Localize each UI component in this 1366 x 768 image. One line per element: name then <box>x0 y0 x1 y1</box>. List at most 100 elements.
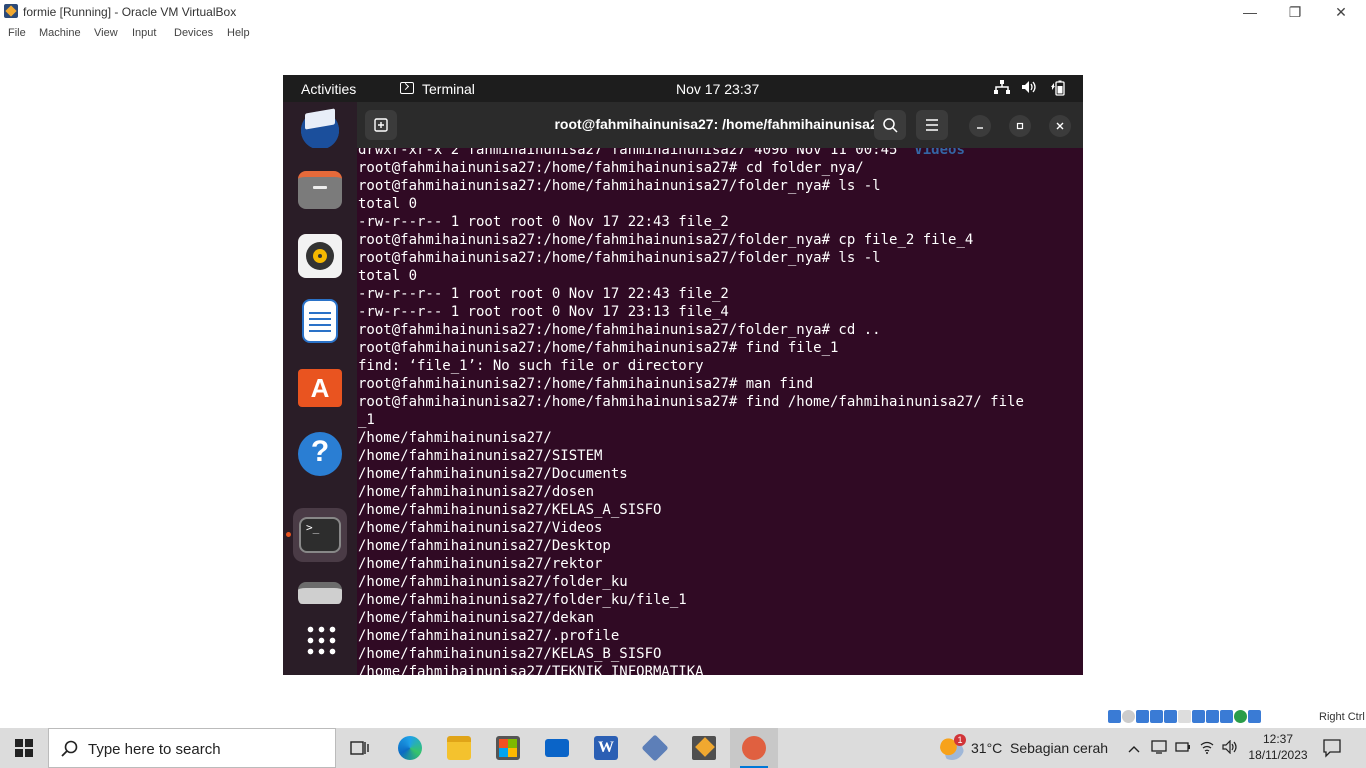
gnome-top-bar: Activities Terminal Nov 17 23:37 <box>283 75 1083 102</box>
taskbar-mail[interactable] <box>533 728 581 768</box>
task-view-button[interactable] <box>336 728 384 768</box>
app-menu-terminal[interactable]: Terminal <box>422 81 475 97</box>
taskbar-file-explorer[interactable] <box>435 728 483 768</box>
menu-help[interactable]: Help <box>227 27 250 39</box>
tray-volume-icon[interactable] <box>1222 739 1238 757</box>
virtualbox-icon <box>4 4 18 18</box>
maximize-button[interactable]: ❐ <box>1280 2 1310 22</box>
menu-machine[interactable]: Machine <box>39 27 81 39</box>
tray-wifi-icon[interactable] <box>1199 740 1215 757</box>
terminal-line: /home/fahmihainunisa27/dekan <box>358 610 595 626</box>
menu-button[interactable] <box>916 110 948 140</box>
tray-display-icon[interactable] <box>1151 740 1167 757</box>
notification-center-button[interactable] <box>1322 738 1344 758</box>
vt-x-icon[interactable] <box>1220 710 1233 723</box>
terminal-window[interactable]: root@fahmihainunisa27: /home/fahmihainun… <box>357 102 1083 675</box>
terminal-line: -rw-r--r-- 1 root root 0 Nov 17 22:43 fi… <box>358 214 729 230</box>
dock-thunderbird[interactable] <box>293 99 347 153</box>
optical-drive-icon[interactable] <box>1122 710 1135 723</box>
terminal-text: drwxr-xr-x 2 fahmihainunisa27 fahmihainu… <box>358 148 1024 675</box>
terminal-line: /home/fahmihainunisa27/SISTEM <box>358 448 603 464</box>
terminal-output[interactable]: drwxr-xr-x 2 fahmihainunisa27 fahmihainu… <box>358 148 1074 675</box>
taskbar-clock[interactable]: 12:37 18/11/2023 <box>1248 731 1308 763</box>
guest-additions-icon[interactable] <box>1234 710 1247 723</box>
taskbar-virtualbox[interactable] <box>631 728 679 768</box>
weather-temperature: 31°C <box>971 740 1003 756</box>
terminal-line: /home/fahmihainunisa27/Documents <box>358 466 628 482</box>
weather-badge: 1 <box>954 734 966 746</box>
guest-screen[interactable]: Activities Terminal Nov 17 23:37 A ? >_ … <box>283 75 1083 675</box>
minimize-button[interactable]: — <box>1235 2 1265 22</box>
terminal-line: root@fahmihainunisa27:/home/fahmihainuni… <box>358 250 881 266</box>
close-icon <box>1056 122 1064 130</box>
dock-disk[interactable] <box>293 574 347 604</box>
taskbar-vm-running[interactable] <box>730 728 778 768</box>
dock-ubuntu-software[interactable]: A <box>293 360 347 414</box>
taskbar-store[interactable] <box>484 728 532 768</box>
terminal-line: -rw-r--r-- 1 root root 0 Nov 17 22:43 fi… <box>358 286 729 302</box>
file-explorer-icon <box>447 736 471 760</box>
chevron-up-icon <box>1128 746 1140 753</box>
network-icon[interactable] <box>994 80 1010 97</box>
taskbar-edge[interactable] <box>386 728 434 768</box>
weather-condition: Sebagian cerah <box>1010 740 1109 756</box>
virtualbox-cube-icon <box>641 734 669 762</box>
hard-disk-icon[interactable] <box>1108 710 1121 723</box>
activities-button[interactable]: Activities <box>301 81 356 97</box>
dock-terminal[interactable]: >_ <box>293 508 347 562</box>
menu-file[interactable]: File <box>8 27 26 39</box>
close-button[interactable]: ✕ <box>1326 2 1356 22</box>
shared-folders-icon[interactable] <box>1178 710 1191 723</box>
restore-icon <box>1016 122 1024 130</box>
start-button[interactable] <box>0 728 48 768</box>
volume-icon[interactable] <box>1021 80 1037 97</box>
recording-icon[interactable] <box>1206 710 1219 723</box>
clock-date: 18/11/2023 <box>1248 748 1308 762</box>
search-icon <box>883 118 898 133</box>
search-button[interactable] <box>874 110 906 140</box>
audio-icon[interactable] <box>1136 710 1149 723</box>
tray-battery-icon[interactable] <box>1175 740 1191 756</box>
terminal-line: root@fahmihainunisa27:/home/fahmihainuni… <box>358 394 1024 410</box>
usb-icon[interactable] <box>1164 710 1177 723</box>
terminal-maximize-button[interactable] <box>1009 115 1031 137</box>
taskbar-word[interactable]: W <box>582 728 630 768</box>
terminal-line: /home/fahmihainunisa27/Videos <box>358 520 603 536</box>
terminal-line: -rw-r--r-- 1 root root 0 Nov 17 23:13 fi… <box>358 304 729 320</box>
notification-icon <box>1323 739 1341 758</box>
network-adapter-icon[interactable] <box>1150 710 1163 723</box>
terminal-line: root@fahmihainunisa27:/home/fahmihainuni… <box>358 322 881 338</box>
terminal-minimize-button[interactable] <box>969 115 991 137</box>
taskbar-search-box[interactable]: Type here to search <box>48 728 336 768</box>
host-menu-bar: File Machine View Input Devices Help <box>0 24 1366 42</box>
store-icon <box>496 736 520 760</box>
clock-time: 12:37 <box>1262 732 1294 746</box>
host-title-bar: formie [Running] - Oracle VM VirtualBox … <box>0 0 1366 24</box>
show-apps-icon <box>305 624 337 656</box>
ubuntu-dock: A ? >_ <box>283 102 357 675</box>
dock-rhythmbox[interactable] <box>293 229 347 283</box>
show-hidden-icons-button[interactable] <box>1128 740 1140 756</box>
dock-show-apps[interactable] <box>293 612 347 666</box>
mouse-integration-icon[interactable] <box>1248 710 1261 723</box>
display-icon[interactable] <box>1192 710 1205 723</box>
menu-devices[interactable]: Devices <box>174 27 213 39</box>
minimize-icon <box>977 127 983 129</box>
terminal-line: /home/fahmihainunisa27/KELAS_B_SISFO <box>358 646 662 662</box>
taskbar-app[interactable] <box>680 728 728 768</box>
search-icon <box>61 740 78 757</box>
host-key-label: Right Ctrl <box>1319 711 1365 723</box>
windows-taskbar: Type here to search W 1 31°C Sebagian ce… <box>0 728 1366 768</box>
dock-help[interactable]: ? <box>293 427 347 481</box>
dock-libreoffice-writer[interactable] <box>293 294 347 348</box>
terminal-close-button[interactable] <box>1049 115 1071 137</box>
dock-files[interactable] <box>293 162 347 216</box>
top-bar-clock[interactable]: Nov 17 23:37 <box>676 81 759 97</box>
menu-view[interactable]: View <box>94 27 118 39</box>
battery-icon[interactable] <box>1050 80 1066 99</box>
vm-window-icon <box>742 736 766 760</box>
menu-input[interactable]: Input <box>132 27 156 39</box>
libreoffice-writer-icon <box>302 299 338 343</box>
terminal-line: /home/fahmihainunisa27/dosen <box>358 484 595 500</box>
terminal-line: root@fahmihainunisa27:/home/fahmihainuni… <box>358 376 814 392</box>
